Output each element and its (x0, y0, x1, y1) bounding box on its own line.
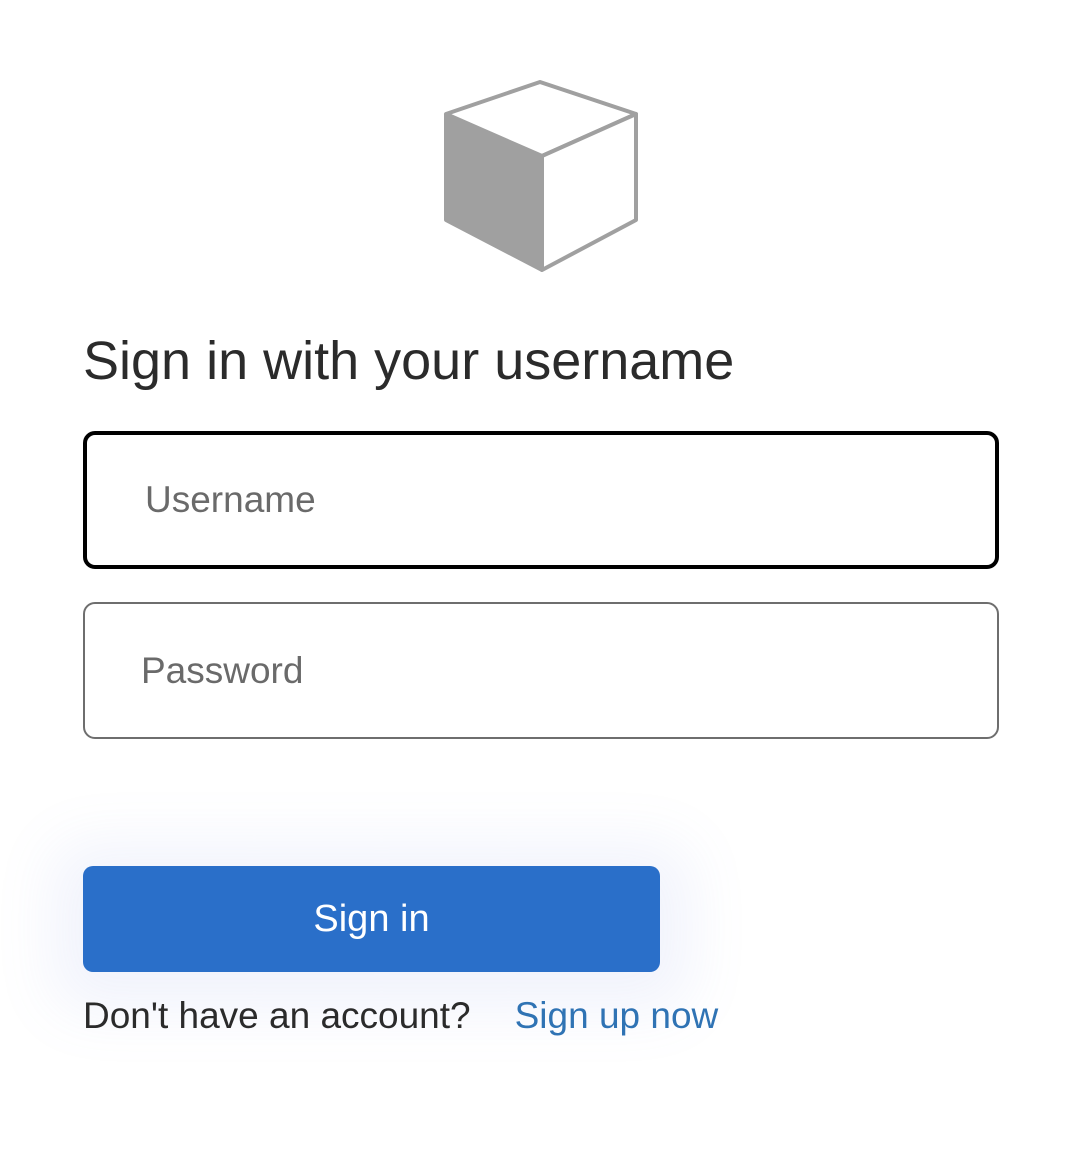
cube-icon (444, 80, 638, 272)
sign-in-page: Sign in with your username Sign in Don't… (0, 0, 1080, 1149)
password-input[interactable] (83, 602, 999, 739)
sign-in-button[interactable]: Sign in (83, 866, 660, 972)
signup-prompt: Don't have an account? (83, 995, 471, 1036)
sign-up-link[interactable]: Sign up now (515, 995, 719, 1037)
page-title: Sign in with your username (83, 331, 735, 391)
username-input[interactable] (83, 431, 999, 569)
signup-row: Don't have an account? Sign up now (83, 990, 718, 1042)
